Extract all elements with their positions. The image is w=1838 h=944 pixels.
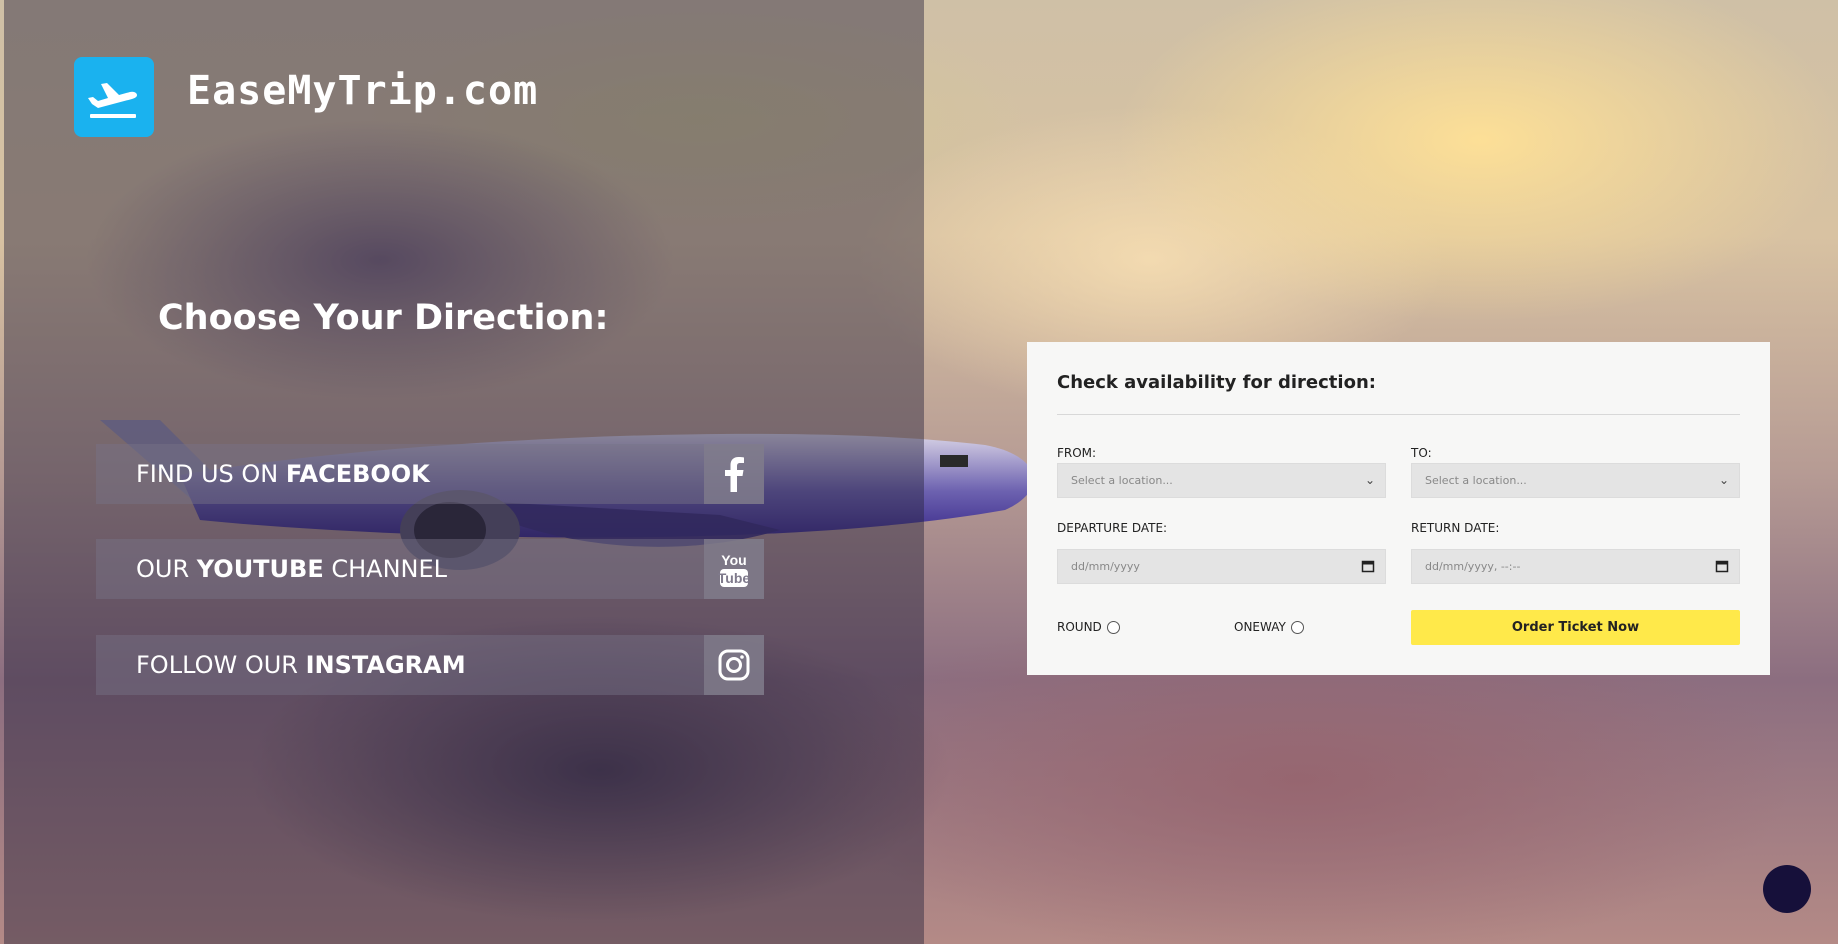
facebook-link[interactable]: FIND US ON FACEBOOK — [96, 444, 764, 504]
departure-date-placeholder: dd/mm/yyyy — [1071, 560, 1140, 573]
page-heading: Choose Your Direction: — [158, 298, 609, 338]
airplane-takeoff-icon — [88, 83, 137, 118]
round-trip-label: ROUND — [1057, 620, 1102, 634]
calendar-icon[interactable] — [1361, 559, 1375, 576]
youtube-link-label: OUR YOUTUBE CHANNEL — [136, 555, 448, 583]
oneway-option[interactable]: ONEWAY — [1234, 620, 1304, 634]
form-title: Check availability for direction: — [1057, 372, 1376, 393]
from-label: FROM: — [1057, 446, 1097, 460]
youtube-link[interactable]: OUR YOUTUBE CHANNEL You Tube — [96, 539, 764, 599]
from-select[interactable]: Select a location... ⌄ — [1057, 463, 1386, 498]
from-select-placeholder: Select a location... — [1071, 474, 1173, 487]
brand-logo[interactable] — [74, 57, 154, 137]
departure-date-input[interactable]: dd/mm/yyyy — [1057, 549, 1386, 584]
oneway-label: ONEWAY — [1234, 620, 1286, 634]
return-date-placeholder: dd/mm/yyyy, --:-- — [1425, 560, 1521, 573]
svg-text:Tube: Tube — [718, 570, 750, 586]
facebook-icon[interactable] — [704, 444, 764, 504]
calendar-icon[interactable] — [1715, 559, 1729, 576]
to-label: TO: — [1411, 446, 1432, 460]
return-date-label: RETURN DATE: — [1411, 521, 1500, 535]
to-select[interactable]: Select a location... ⌄ — [1411, 463, 1740, 498]
chevron-down-icon: ⌄ — [1718, 473, 1729, 487]
divider — [1057, 414, 1740, 415]
svg-text:You: You — [721, 552, 746, 568]
availability-form-card: Check availability for direction: FROM: … — [1027, 342, 1770, 675]
instagram-icon[interactable] — [704, 635, 764, 695]
youtube-icon[interactable]: You Tube — [704, 539, 764, 599]
instagram-link[interactable]: FOLLOW OUR INSTAGRAM — [96, 635, 764, 695]
oneway-radio[interactable] — [1290, 620, 1304, 634]
return-date-input[interactable]: dd/mm/yyyy, --:-- — [1411, 549, 1740, 584]
brand-name[interactable]: EaseMyTrip.com — [187, 68, 538, 114]
facebook-link-label: FIND US ON FACEBOOK — [136, 460, 430, 488]
to-select-placeholder: Select a location... — [1425, 474, 1527, 487]
departure-date-label: DEPARTURE DATE: — [1057, 521, 1168, 535]
round-trip-option[interactable]: ROUND — [1057, 620, 1120, 634]
instagram-link-label: FOLLOW OUR INSTAGRAM — [136, 651, 466, 679]
round-trip-radio[interactable] — [1106, 620, 1120, 634]
chat-widget-button[interactable] — [1763, 865, 1811, 913]
order-ticket-button[interactable]: Order Ticket Now — [1411, 610, 1740, 645]
chevron-down-icon: ⌄ — [1364, 473, 1375, 487]
